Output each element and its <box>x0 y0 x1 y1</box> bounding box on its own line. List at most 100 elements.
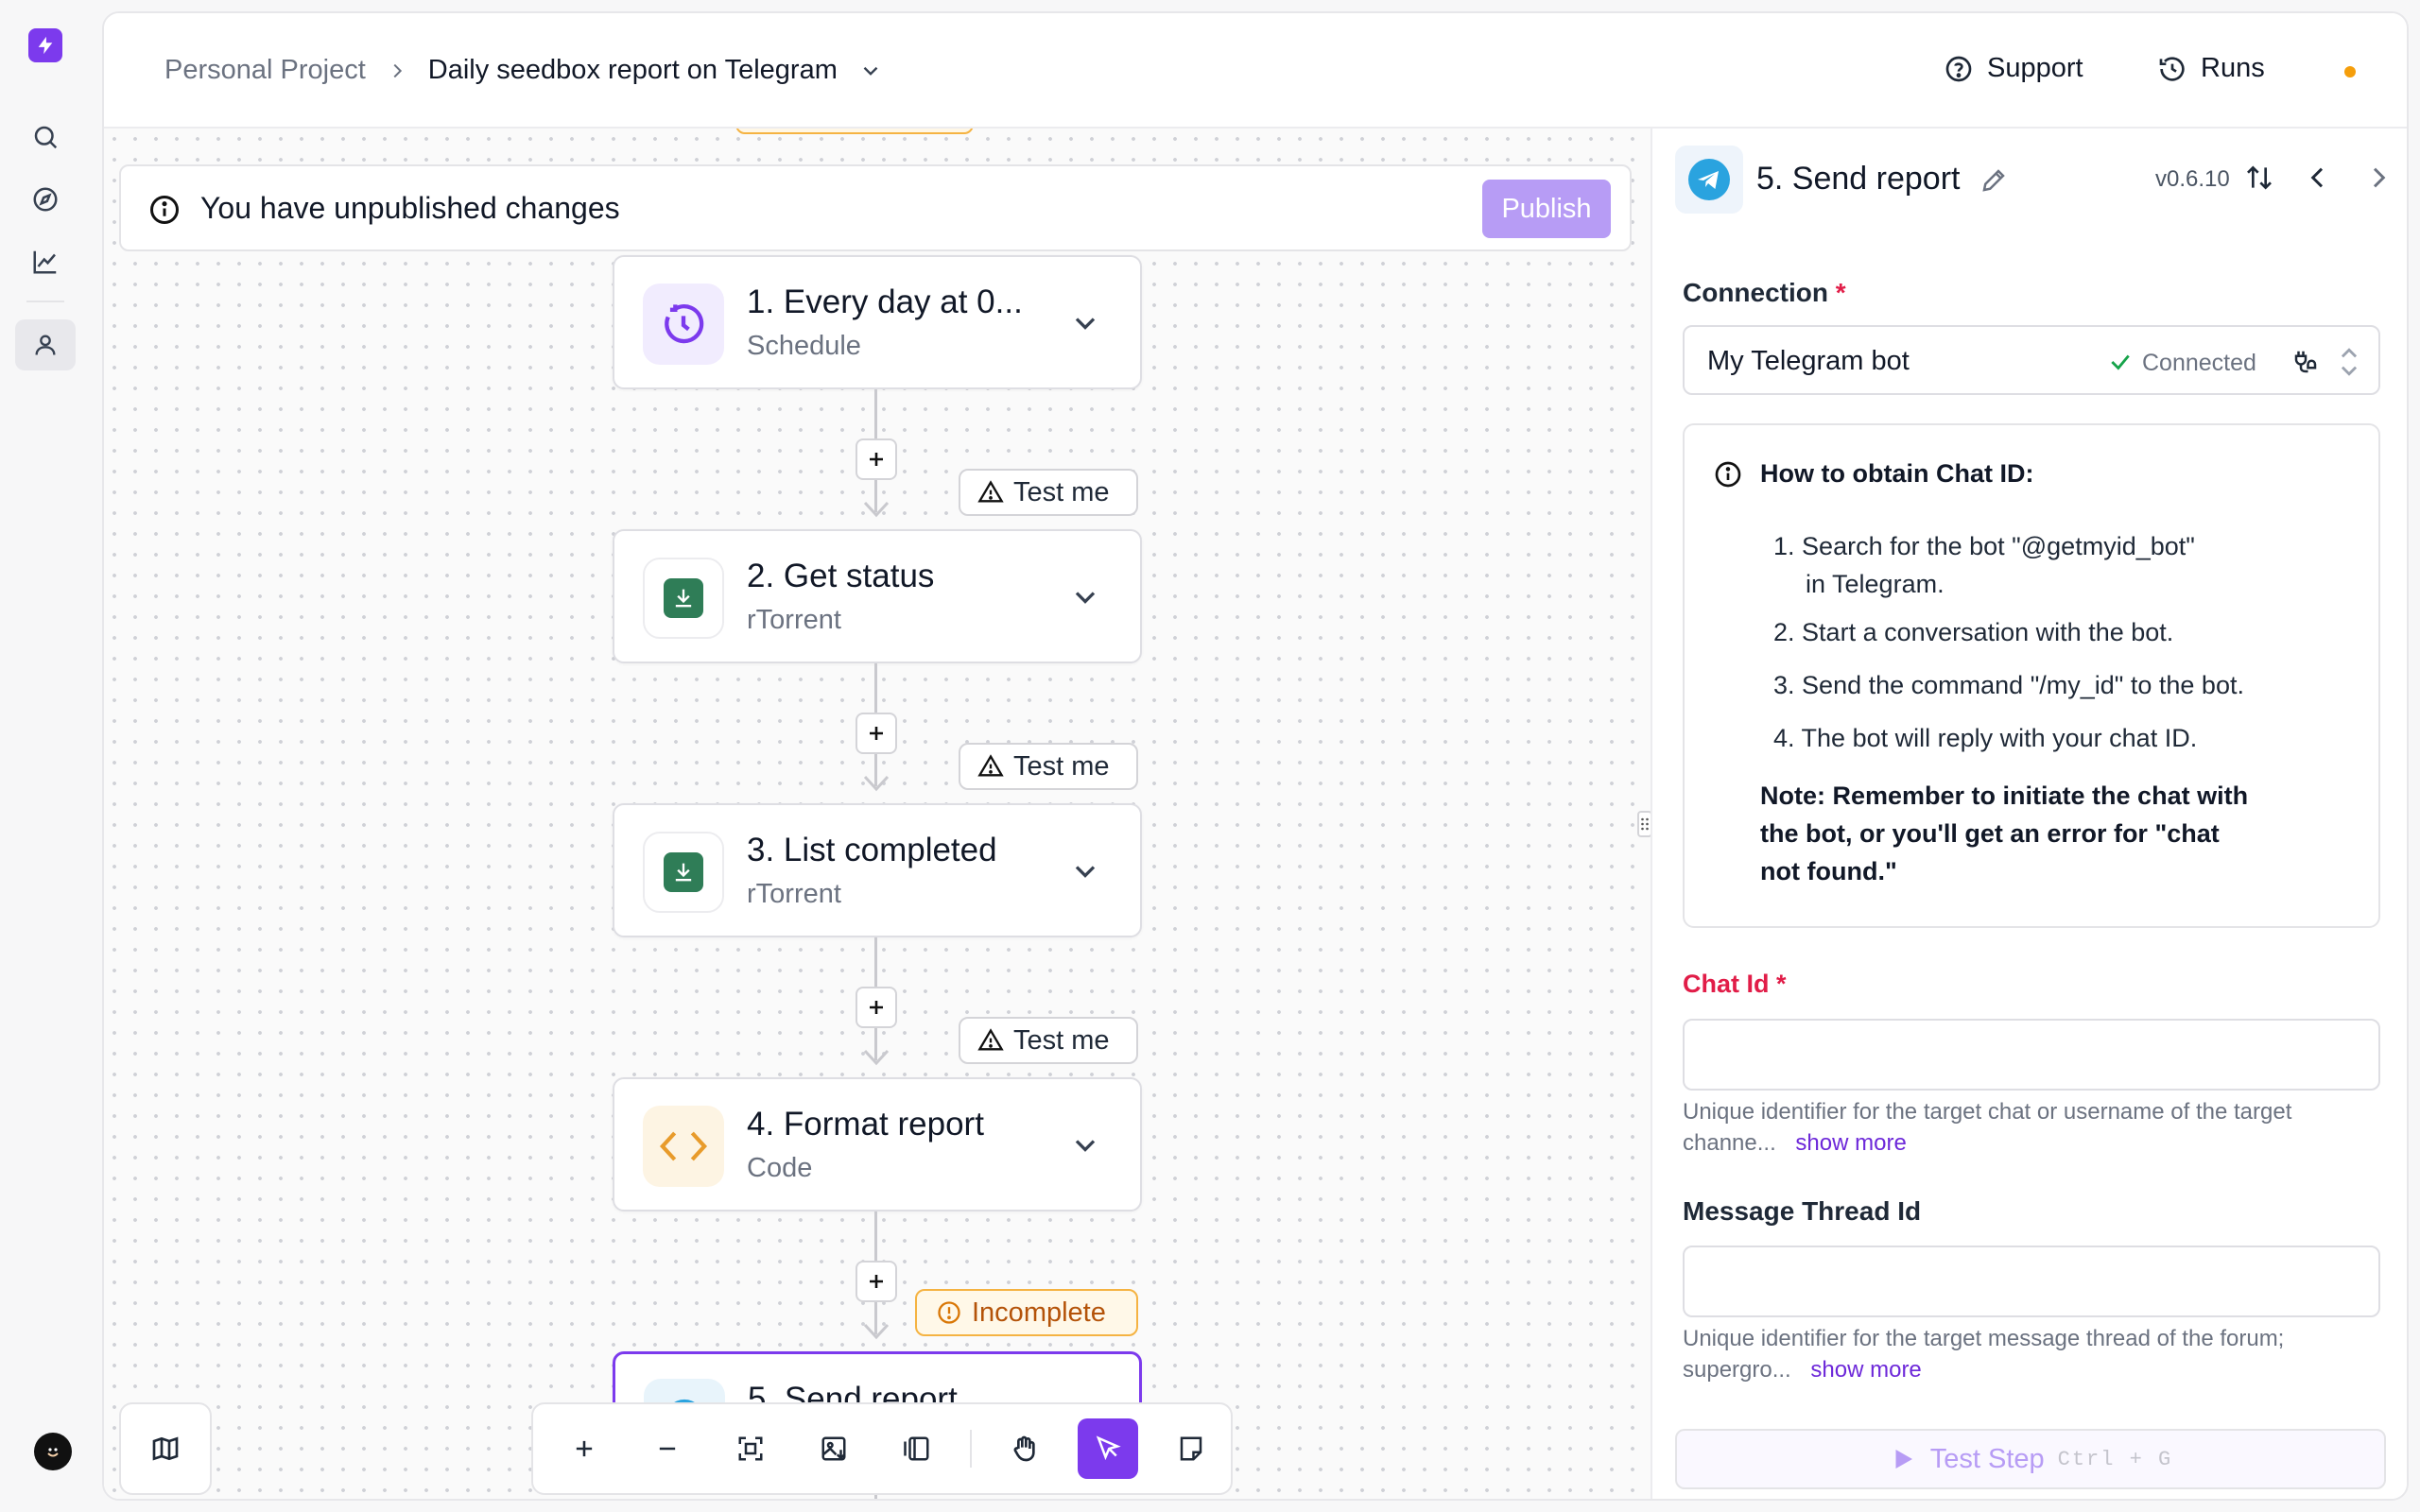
swap-vertical-icon[interactable] <box>2244 163 2274 193</box>
message-thread-id-label: Message Thread Id <box>1683 1196 1922 1226</box>
test-me-badge[interactable]: Test me <box>959 1017 1138 1064</box>
piece-version: v0.6.10 <box>2155 166 2230 192</box>
reconnect-plug-icon[interactable] <box>2291 348 2320 376</box>
help-note: Note: Remember to initiate the chat with… <box>1760 782 2249 885</box>
app-logo-icon[interactable] <box>28 28 62 62</box>
chevron-right-icon[interactable] <box>2363 163 2394 193</box>
warning-triangle-icon <box>977 1028 1004 1051</box>
connection-value: My Telegram bot <box>1707 346 1910 376</box>
play-icon <box>1895 1450 1912 1469</box>
info-icon <box>1715 461 1741 488</box>
export-image-button[interactable] <box>804 1418 864 1479</box>
breadcrumb-flow-name[interactable]: Daily seedbox report on Telegram <box>428 55 838 86</box>
support-button[interactable]: Support <box>1944 53 2083 84</box>
chevron-down-icon[interactable] <box>1068 306 1102 340</box>
help-step-1: 1. Search for the bot "@getmyid_bot" in … <box>1773 532 2195 598</box>
minus-icon <box>659 1447 676 1451</box>
add-step-button[interactable] <box>856 987 897 1028</box>
image-download-icon <box>821 1436 846 1461</box>
step-subtitle: rTorrent <box>747 879 841 909</box>
connector-line <box>874 1211 877 1268</box>
chevron-down-icon[interactable] <box>1068 1128 1102 1162</box>
offscreen-node-edge <box>735 129 974 134</box>
toggle-panel-button[interactable] <box>887 1418 947 1479</box>
help-step-4: 4. The bot will reply with your chat ID. <box>1773 724 2198 752</box>
telegram-icon <box>1675 146 1743 214</box>
hand-icon <box>1013 1435 1035 1462</box>
add-step-button[interactable] <box>856 438 897 480</box>
avatar[interactable] <box>34 1433 72 1470</box>
step-title: 4. Format report <box>747 1106 984 1143</box>
minimap-button[interactable] <box>119 1402 212 1495</box>
incomplete-badge[interactable]: Incomplete <box>915 1289 1138 1336</box>
help-step-2: 2. Start a conversation with the bot. <box>1773 618 2174 646</box>
breadcrumb: Personal Project Daily seedbox report on… <box>164 55 883 86</box>
chevron-up-down-icon[interactable] <box>2337 346 2361 378</box>
message-thread-id-hint: Unique identifier for the target message… <box>1683 1326 2285 1383</box>
zoom-out-button[interactable] <box>637 1418 698 1479</box>
zoom-in-button[interactable] <box>554 1418 614 1479</box>
step-node-1[interactable]: 1. Every day at 0... Schedule <box>613 255 1142 389</box>
test-me-badge[interactable]: Test me <box>959 743 1138 790</box>
connection-select[interactable]: My Telegram bot Connected <box>1683 325 2380 395</box>
grip-icon <box>1641 817 1649 831</box>
connector-line <box>874 663 877 720</box>
step-node-3[interactable]: 3. List completed rTorrent <box>613 803 1142 937</box>
cursor-icon <box>1096 1435 1121 1461</box>
warning-triangle-icon <box>977 754 1004 777</box>
test-step-button[interactable]: Test Step Ctrl + G <box>1675 1429 2386 1489</box>
rtorrent-icon <box>643 558 724 639</box>
warning-triangle-icon <box>977 480 1004 503</box>
pencil-edit-icon[interactable] <box>1979 166 2008 195</box>
flow-canvas[interactable]: 1. Every day at 0... Schedule Test me 2.… <box>104 129 1651 1499</box>
sticky-note-icon <box>1180 1436 1202 1461</box>
chevron-down-icon[interactable] <box>1068 580 1102 614</box>
fit-screen-icon <box>738 1436 763 1461</box>
add-note-button[interactable] <box>1161 1418 1221 1479</box>
rail-divider <box>26 301 64 302</box>
thread-id-show-more-link[interactable]: show more <box>1810 1357 1921 1383</box>
publish-button[interactable]: Publish <box>1482 180 1611 238</box>
chat-id-show-more-link[interactable]: show more <box>1795 1130 1906 1156</box>
chat-id-input[interactable] <box>1683 1019 2380 1091</box>
message-thread-id-input[interactable] <box>1683 1246 2380 1317</box>
left-rail <box>0 0 102 1512</box>
alert-circle-icon <box>938 1301 960 1324</box>
step-subtitle: Schedule <box>747 331 861 361</box>
test-me-badge[interactable]: Test me <box>959 469 1138 516</box>
test-me-label: Test me <box>1013 750 1110 782</box>
search-icon[interactable] <box>15 112 76 163</box>
chevron-down-icon[interactable] <box>1068 854 1102 888</box>
help-title: How to obtain Chat ID: <box>1760 459 2034 488</box>
runs-label: Runs <box>2201 53 2265 83</box>
user-icon[interactable] <box>15 319 76 370</box>
chat-id-help-box: How to obtain Chat ID: 1. Search for the… <box>1683 423 2380 928</box>
step-node-2[interactable]: 2. Get status rTorrent <box>613 529 1142 663</box>
chevron-down-icon[interactable] <box>858 59 883 83</box>
breadcrumb-project[interactable]: Personal Project <box>164 55 366 86</box>
step-title: 2. Get status <box>747 558 935 594</box>
pan-tool-button[interactable] <box>994 1418 1055 1479</box>
help-circle-icon <box>1945 56 1972 81</box>
panel-title: 5. Send report <box>1756 161 1961 197</box>
plus-icon <box>576 1440 593 1457</box>
step-settings-panel: 5. Send report v0.6.10 Connection * My T… <box>1651 129 2407 1499</box>
fit-view-button[interactable] <box>720 1418 781 1479</box>
select-tool-button[interactable] <box>1078 1418 1138 1479</box>
chevron-left-icon[interactable] <box>2303 163 2333 193</box>
add-step-button[interactable] <box>856 1261 897 1302</box>
step-node-4[interactable]: 4. Format report Code <box>613 1077 1142 1211</box>
info-icon <box>150 196 179 224</box>
main-frame: Personal Project Daily seedbox report on… <box>102 11 2409 1501</box>
runs-button[interactable]: Runs <box>2157 53 2265 84</box>
check-icon <box>2111 354 2130 370</box>
arrow-down-icon <box>863 501 890 518</box>
add-step-button[interactable] <box>856 713 897 754</box>
explore-compass-icon[interactable] <box>15 174 76 225</box>
test-me-label: Test me <box>1013 1024 1110 1056</box>
toolbar-divider <box>970 1430 972 1468</box>
history-icon <box>2159 56 2185 81</box>
analytics-chart-icon[interactable] <box>15 236 76 287</box>
panel-resize-handle[interactable] <box>1637 811 1651 837</box>
step-title: 1. Every day at 0... <box>747 284 1023 320</box>
